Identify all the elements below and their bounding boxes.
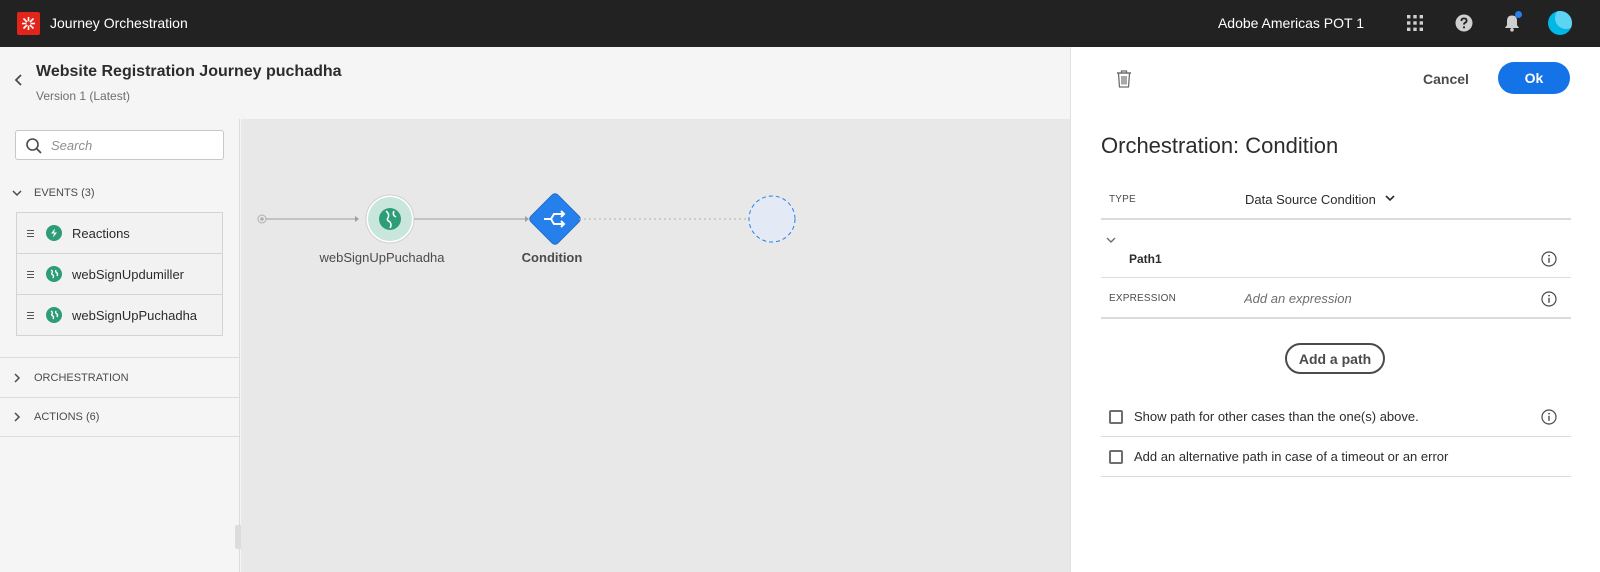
help-icon[interactable] [1453,12,1475,34]
chevron-down-icon [0,188,34,198]
option-other-cases: Show path for other cases than the one(s… [1101,397,1571,437]
condition-properties-panel: Cancel Ok Orchestration: Condition TYPE … [1070,47,1600,572]
drag-handle-icon [27,311,38,319]
orchestration-section-toggle[interactable]: ORCHESTRATION [0,357,240,397]
org-switcher[interactable]: Adobe Americas POT 1 [1218,15,1364,31]
event-item-label: webSignUpdumiller [72,266,184,282]
journey-header: Website Registration Journey puchadha Ve… [0,47,1070,119]
chevron-down-icon [1384,192,1396,207]
search-field[interactable] [15,130,224,160]
type-label: TYPE [1109,194,1136,205]
timeout-path-label[interactable]: Add an alternative path in case of a tim… [1134,449,1448,464]
event-node-websignuppuchadha[interactable] [365,194,415,244]
event-item-label: webSignUpPuchadha [72,307,198,323]
start-point [257,214,267,224]
add-path-button[interactable]: Add a path [1285,343,1385,374]
chevron-right-icon [0,372,34,383]
connector-line [266,216,359,222]
events-section-toggle[interactable]: EVENTS (3) [0,174,240,212]
cancel-button[interactable]: Cancel [1423,68,1469,90]
type-row: TYPE Data Source Condition [1101,182,1571,220]
event-node-label: webSignUpPuchadha [319,250,445,265]
canvas-graph [257,192,796,246]
globe-icon [46,266,62,282]
search-icon [25,137,43,155]
avatar[interactable] [1548,11,1572,35]
event-item-websignuppuchadha[interactable]: webSignUpPuchadha [16,294,223,336]
notification-badge [1515,11,1522,18]
path-row: Path1 [1101,237,1571,278]
actions-section-label: ACTIONS (6) [34,411,100,423]
type-dropdown[interactable]: Data Source Condition [1245,192,1396,207]
event-item-label: Reactions [72,225,130,241]
condition-node[interactable] [528,192,582,246]
events-section-label: EVENTS (3) [34,187,95,199]
palette-sidebar: EVENTS (3) Reactions webSignUpdumiller w… [0,119,243,572]
search-input[interactable] [51,136,216,154]
info-icon[interactable] [1541,409,1557,425]
event-item-reactions[interactable]: Reactions [16,212,223,254]
expression-label: EXPRESSION [1109,293,1177,304]
back-chevron-icon[interactable] [12,73,26,87]
chevron-right-icon [0,412,34,422]
option-timeout-path: Add an alternative path in case of a tim… [1101,437,1571,477]
adobe-logo-icon[interactable] [17,12,40,35]
drag-handle-icon [27,270,38,278]
event-item-websignupdumiller[interactable]: webSignUpdumiller [16,253,223,295]
path-name[interactable]: Path1 [1129,252,1162,266]
info-icon[interactable] [1541,251,1557,267]
event-list: Reactions webSignUpdumiller webSignUpPuc… [16,212,223,336]
apps-grid-icon[interactable] [1404,12,1426,34]
type-dropdown-value: Data Source Condition [1245,192,1376,207]
other-cases-label[interactable]: Show path for other cases than the one(s… [1134,409,1419,424]
connector-line [414,216,529,222]
lightning-icon [46,225,62,241]
info-icon[interactable] [1541,291,1557,307]
condition-node-label: Condition [521,250,583,265]
other-cases-checkbox[interactable] [1109,409,1123,424]
journey-canvas[interactable]: webSignUpPuchadha Condition [241,119,1070,572]
drop-placeholder-node[interactable] [748,195,796,243]
trash-icon[interactable] [1115,69,1135,89]
globe-icon [46,307,62,323]
expression-row: EXPRESSION [1101,278,1571,319]
app-title[interactable]: Journey Orchestration [50,15,188,31]
journey-title[interactable]: Website Registration Journey puchadha [36,63,342,81]
actions-section-toggle[interactable]: ACTIONS (6) [0,397,240,437]
orchestration-section-label: ORCHESTRATION [34,371,129,384]
bell-icon[interactable] [1501,11,1523,34]
panel-title: Orchestration: Condition [1101,133,1339,158]
expression-input[interactable] [1244,288,1534,308]
ok-button[interactable]: Ok [1498,62,1570,94]
top-bar: Journey Orchestration Adobe Americas POT… [0,0,1600,47]
journey-version[interactable]: Version 1 (Latest) [36,89,130,103]
timeout-path-checkbox[interactable] [1109,449,1123,464]
drag-handle-icon [27,229,38,237]
